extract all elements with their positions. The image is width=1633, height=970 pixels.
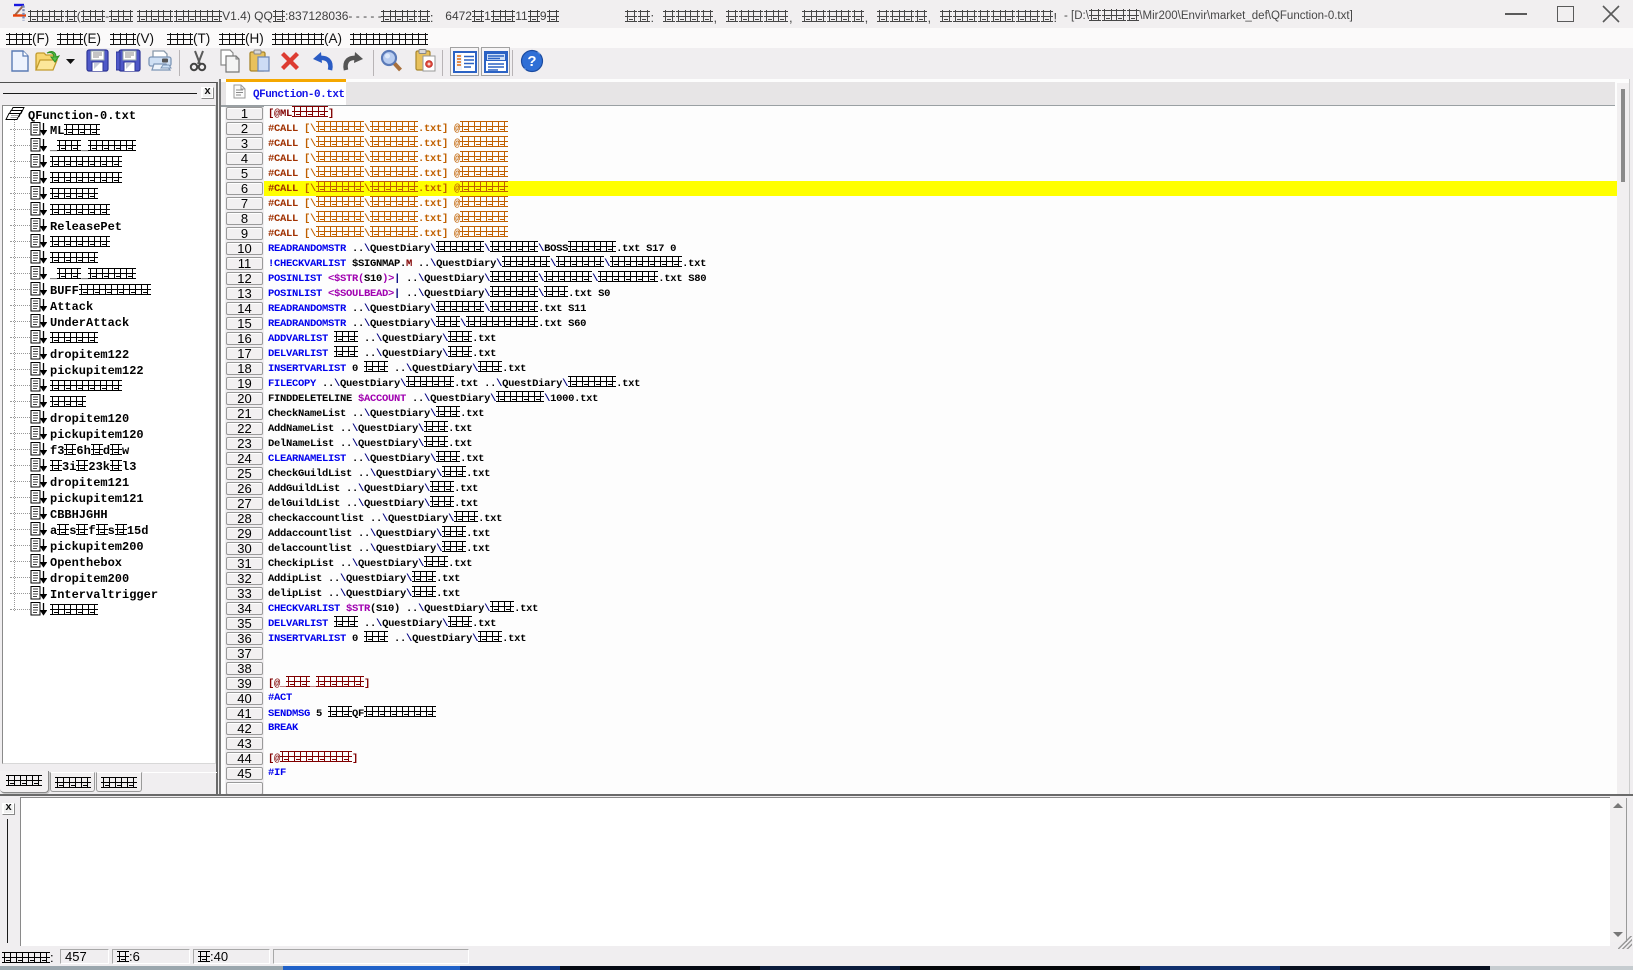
- svg-text:?: ?: [527, 53, 536, 70]
